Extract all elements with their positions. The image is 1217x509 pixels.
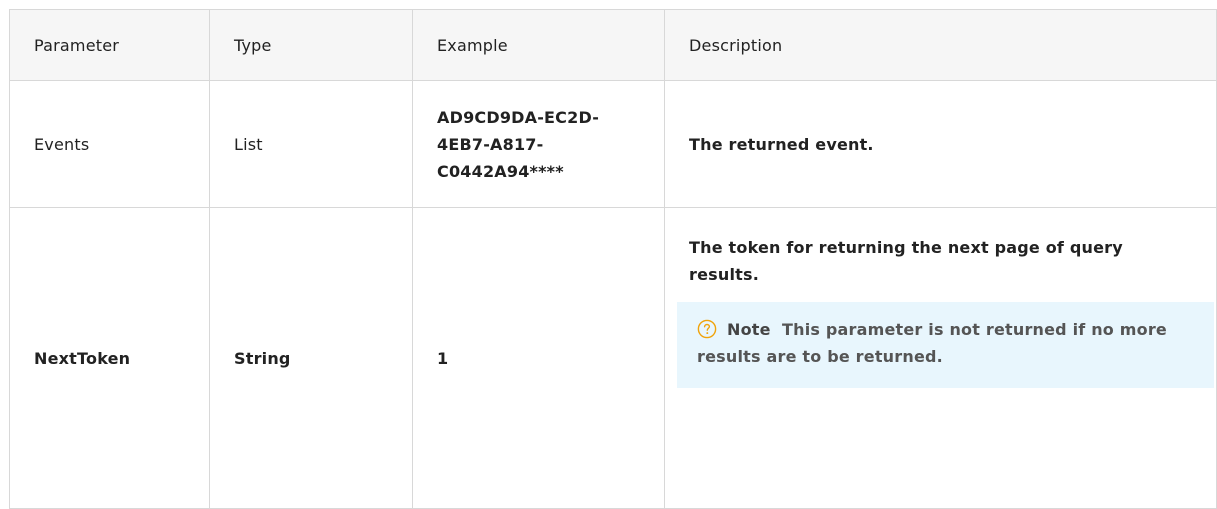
- cell-description: The token for returning the next page of…: [664, 207, 1217, 509]
- cell-description: The returned event.: [664, 80, 1217, 208]
- question-circle-icon: [697, 319, 717, 339]
- note-callout: Note This parameter is not returned if n…: [677, 302, 1214, 388]
- description-text: The token for returning the next page of…: [689, 238, 1123, 284]
- page: Parameter Type Example Description Event…: [0, 0, 1217, 509]
- description-block: The token for returning the next page of…: [677, 208, 1214, 388]
- table-header-row: Parameter Type Example Description: [9, 9, 1217, 81]
- header-description: Description: [664, 9, 1217, 81]
- header-example: Example: [412, 9, 665, 81]
- note-label: Note: [727, 320, 771, 339]
- cell-example: 1: [412, 207, 665, 509]
- header-parameter: Parameter: [9, 9, 210, 81]
- header-type: Type: [209, 9, 413, 81]
- cell-type: String: [209, 207, 413, 509]
- parameters-table: Parameter Type Example Description Event…: [9, 9, 1217, 509]
- cell-parameter: NextToken: [9, 207, 210, 509]
- cell-parameter: Events: [9, 80, 210, 208]
- table-row: NextToken String 1 The token for returni…: [9, 207, 1217, 509]
- cell-type: List: [209, 80, 413, 208]
- cell-example: AD9CD9DA-EC2D-4EB7-A817-C0442A94****: [412, 80, 665, 208]
- table-row: Events List AD9CD9DA-EC2D-4EB7-A817-C044…: [9, 80, 1217, 208]
